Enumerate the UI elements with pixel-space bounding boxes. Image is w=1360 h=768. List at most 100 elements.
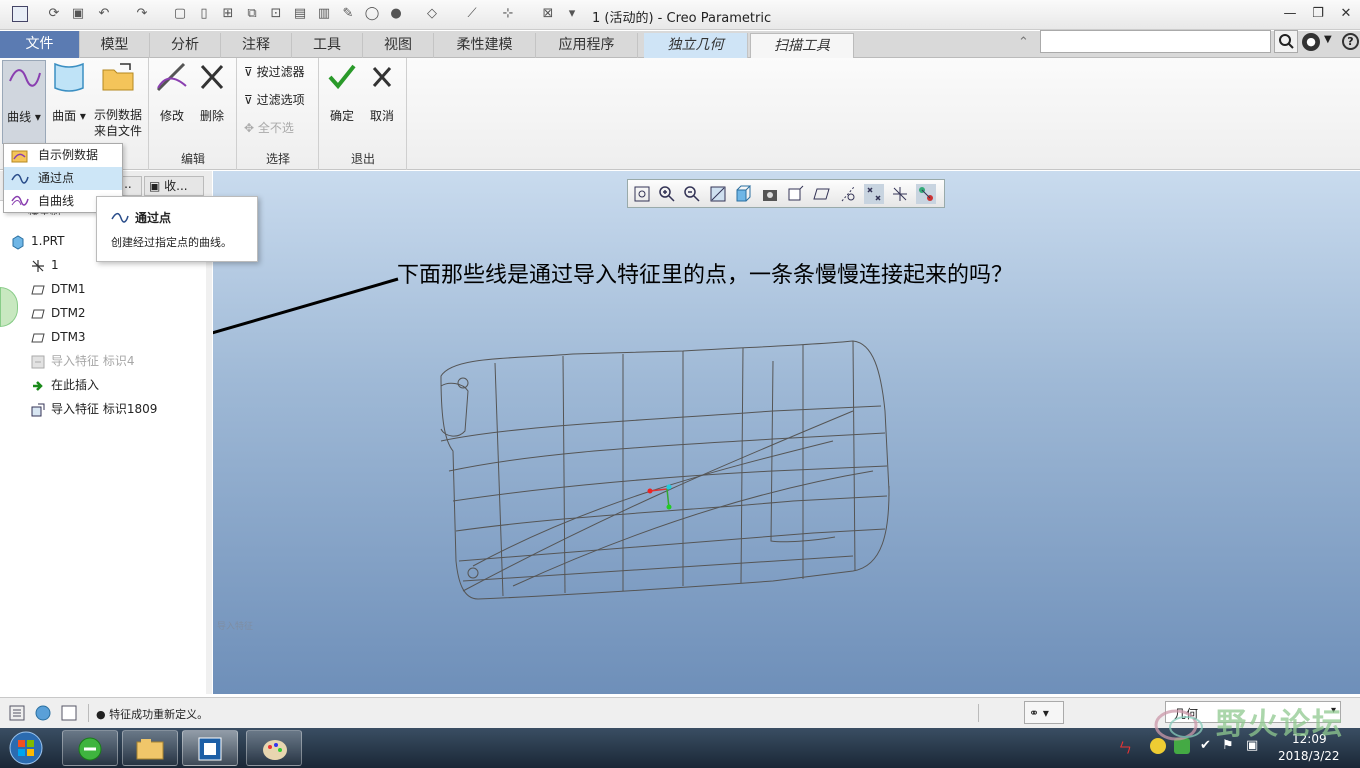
taskbar-browser-button[interactable] xyxy=(62,730,118,766)
tab-tools[interactable]: 工具 xyxy=(292,33,363,58)
tab-model[interactable]: 模型 xyxy=(80,33,150,58)
datum-display-icon[interactable]: ⟋ xyxy=(464,6,480,22)
curve-icon xyxy=(9,69,41,87)
checkmark-icon xyxy=(328,64,356,90)
filter-options-button[interactable]: ⊽ 过滤选项 xyxy=(244,90,305,110)
tree-item-import-feature-1809[interactable]: 导入特征 标识1809 xyxy=(30,399,157,419)
filter-options-label: 过滤选项 xyxy=(256,93,305,107)
tree-item-label: 导入特征 标识4 xyxy=(51,354,135,368)
through-points-curve-icon xyxy=(11,173,29,184)
panel-scrollbar[interactable] xyxy=(206,201,212,694)
select-icon[interactable]: ⊹ xyxy=(500,6,516,22)
tab-view[interactable]: 视图 xyxy=(363,33,434,58)
help-dropdown-icon[interactable]: ▼ xyxy=(1324,34,1332,45)
repaint-icon[interactable]: ✎ xyxy=(340,6,356,22)
binoculars-icon: ⚭ xyxy=(1029,706,1040,720)
group-separator xyxy=(406,58,407,170)
tree-item-import-feature-4[interactable]: 导入特征 标识4 xyxy=(30,351,134,371)
open-icon[interactable]: ⊞ xyxy=(220,6,236,22)
status-message: ● 特征成功重新定义。 xyxy=(96,706,208,722)
search-input[interactable] xyxy=(1040,30,1271,53)
ribbon: 曲线 ▾ 曲面 ▾ 示例数据 来自文件 修改 删除 编辑 ⊽ 按过滤器 ⊽ 过滤… xyxy=(0,58,1360,170)
display-style-icon[interactable]: ◇ xyxy=(424,6,440,22)
close-icon[interactable]: ⊠ xyxy=(540,6,556,22)
delete-button[interactable]: 删除 xyxy=(192,60,232,144)
graphics-viewport[interactable]: 下面那些线是通过导入特征里的点，一条条慢慢连接起来的吗？ 导入特征 xyxy=(213,171,1360,694)
save-copy-icon[interactable]: ▣ xyxy=(70,6,86,22)
regenerate-icon[interactable]: ⟳ xyxy=(46,6,62,22)
cancel-button[interactable]: 取消 xyxy=(362,60,402,144)
title-bar: ⟳ ▣ ↶ ↷ ▢ ▯ ⊞ ⧉ ⊡ ▤ ▥ ✎ ◯ ● ◇ ⟋ ⊹ ⊠ ▾ 1 … xyxy=(0,0,1360,30)
appearance-icon[interactable]: ● xyxy=(388,6,404,22)
help-center-icon[interactable]: ● xyxy=(1302,33,1320,51)
sample-data-label: 示例数据 xyxy=(93,108,142,122)
close-button[interactable]: ✕ xyxy=(1332,4,1360,24)
deselect-all-button[interactable]: ✥ 全不选 xyxy=(244,118,294,138)
show-browser-icon[interactable] xyxy=(34,704,52,722)
surface-icon xyxy=(54,62,84,92)
panel-tab-label: 收... xyxy=(164,179,188,193)
status-separator xyxy=(978,704,979,722)
tab-independent-geometry[interactable]: 独立几何 xyxy=(644,33,748,58)
curve-button[interactable]: 曲线 ▾ xyxy=(2,60,46,144)
sample-data-icon xyxy=(11,150,28,163)
ime-icon[interactable]: ㄣ xyxy=(1118,738,1132,758)
start-button-icon[interactable] xyxy=(6,730,46,766)
tab-file[interactable]: 文件 xyxy=(0,31,80,58)
tree-item-label: 1.PRT xyxy=(31,234,65,248)
collapse-ribbon-icon[interactable]: ⌃ xyxy=(1018,35,1029,50)
taskbar-creo-button[interactable] xyxy=(182,730,238,766)
tree-item-dtm3[interactable]: DTM3 xyxy=(30,327,86,347)
tab-annotate[interactable]: 注释 xyxy=(221,33,292,58)
sample-data-from-file-button[interactable]: 示例数据 来自文件 xyxy=(90,60,146,144)
surface-button[interactable]: 曲面 ▾ xyxy=(48,60,90,144)
status-separator xyxy=(88,704,89,722)
modify-button[interactable]: 修改 xyxy=(152,60,192,144)
tab-analysis[interactable]: 分析 xyxy=(150,33,221,58)
smart-select-button[interactable]: ⚭ ▾ xyxy=(1024,701,1064,724)
menu-item-from-sample-data[interactable]: 自示例数据 xyxy=(4,144,122,167)
save-all-icon[interactable]: ▥ xyxy=(316,6,332,22)
show-navigator-icon[interactable] xyxy=(8,704,26,722)
save-icon[interactable]: ▤ xyxy=(292,6,308,22)
surface-label: 曲面 xyxy=(52,109,77,123)
ok-button[interactable]: 确定 xyxy=(322,60,362,144)
customize-toolbar-icon[interactable]: ▾ xyxy=(564,6,580,22)
menu-item-through-points[interactable]: 通过点 xyxy=(4,167,122,190)
datum-plane-icon xyxy=(31,333,45,342)
group-separator xyxy=(318,58,319,170)
tree-item-insert-here[interactable]: 在此插入 xyxy=(30,375,99,395)
full-screen-icon[interactable] xyxy=(60,704,78,722)
sphere-icon[interactable]: ◯ xyxy=(364,6,380,22)
undo-icon[interactable]: ↶ xyxy=(96,6,112,22)
panel-tab-favorites[interactable]: ▣ 收... xyxy=(144,176,204,196)
minimize-button[interactable]: — xyxy=(1276,4,1304,24)
edit-group-label: 编辑 xyxy=(180,152,205,166)
tree-item-part[interactable]: 1.PRT xyxy=(10,231,64,251)
window-icon[interactable]: ⧉ xyxy=(244,6,260,22)
taskbar-explorer-button[interactable] xyxy=(122,730,178,766)
redo-icon[interactable]: ↷ xyxy=(134,6,150,22)
new-icon[interactable]: ▢ xyxy=(172,6,188,22)
deselect-icon: ✥ xyxy=(244,121,258,135)
select-group-label: 选择 xyxy=(265,152,290,166)
blank-doc-icon[interactable]: ▯ xyxy=(196,6,212,22)
tree-item-dtm2[interactable]: DTM2 xyxy=(30,303,86,323)
tree-item-csys[interactable]: 1 xyxy=(30,255,59,275)
part-icon xyxy=(12,234,24,250)
tab-flexible-modeling[interactable]: 柔性建模 xyxy=(434,33,536,58)
window-title: 1 (活动的) - Creo Parametric xyxy=(592,11,772,26)
help-icon[interactable]: ? xyxy=(1342,33,1359,50)
modify-icon xyxy=(156,62,187,92)
tab-applications[interactable]: 应用程序 xyxy=(536,33,638,58)
app-logo-icon[interactable] xyxy=(12,6,28,22)
bullet-icon: ● xyxy=(96,708,110,721)
by-filter-button[interactable]: ⊽ 按过滤器 xyxy=(244,62,305,82)
tree-item-dtm1[interactable]: DTM1 xyxy=(30,279,86,299)
exit-group-label: 退出 xyxy=(350,152,375,166)
restore-button[interactable]: ❐ xyxy=(1304,4,1332,24)
tab-scan-tools[interactable]: 扫描工具 xyxy=(750,33,854,58)
close-window-icon[interactable]: ⊡ xyxy=(268,6,284,22)
taskbar-paint-button[interactable] xyxy=(246,730,302,766)
search-button[interactable] xyxy=(1274,30,1298,53)
